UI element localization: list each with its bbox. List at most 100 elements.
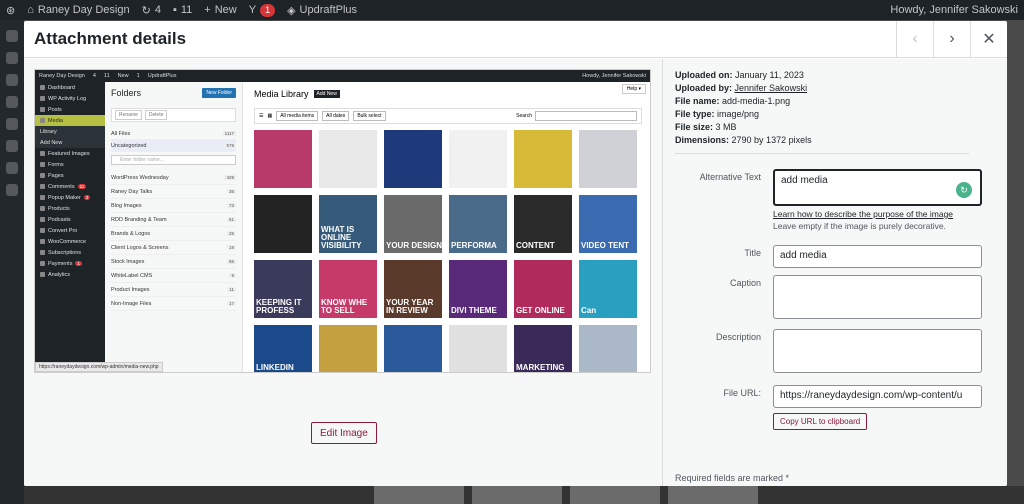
chevron-right-icon: › bbox=[949, 30, 955, 47]
description-field: Description bbox=[675, 329, 995, 373]
preview-thumbnail-text: DIVI THEME bbox=[451, 306, 497, 315]
menu-icon bbox=[40, 162, 45, 167]
preview-folders-title: Folders bbox=[111, 88, 142, 98]
preview-sidebar-label: Media bbox=[48, 117, 63, 124]
preview-folder-row: Non-Image Files 17 bbox=[111, 297, 236, 311]
preview-sidebar-label: Forms bbox=[48, 161, 64, 168]
preview-yoast: 1 bbox=[136, 73, 140, 79]
file-name-label: File name: bbox=[675, 96, 720, 106]
howdy-account[interactable]: Howdy, Jennifer Sakowski bbox=[890, 4, 1018, 16]
preview-folder-label: WhiteLabel CMS bbox=[111, 272, 153, 279]
site-name: Raney Day Design bbox=[37, 4, 130, 16]
preview-thumbnail-text: KNOW WHE TO SELL bbox=[321, 298, 368, 315]
new-label: New bbox=[214, 4, 237, 16]
description-textarea[interactable] bbox=[773, 329, 982, 373]
preview-media-thumbnail: YOUR YEAR IN REVIEW bbox=[384, 260, 442, 318]
close-button[interactable]: ✕ bbox=[970, 21, 1007, 58]
dimensions-value: 2790 by 1372 pixels bbox=[731, 135, 812, 145]
preview-sidebar-label: Add New bbox=[40, 139, 63, 146]
preview-folder-row: All Files 1117 bbox=[111, 128, 236, 140]
comments-count: 11 bbox=[180, 4, 193, 16]
preview-help: Help ▾ bbox=[621, 84, 646, 94]
new-content-link[interactable]: + New bbox=[204, 4, 236, 16]
background-thumb bbox=[570, 486, 660, 504]
preview-folder-list: WordPress Wednesday 429 Raney Day Talks 35 B… bbox=[111, 171, 236, 311]
preview-sidebar-item: WooCommerce bbox=[35, 236, 105, 247]
grammarly-icon[interactable]: ↻ bbox=[956, 182, 972, 198]
alt-text-input[interactable]: add media ↻ bbox=[773, 169, 982, 206]
uploaded-by-label: Uploaded by: bbox=[675, 83, 733, 93]
yoast-link[interactable]: Y 1 bbox=[249, 3, 276, 17]
preview-folder-count: 73 bbox=[226, 203, 236, 208]
preview-grid-icon: ▦ bbox=[267, 113, 273, 119]
file-url-label: File URL: bbox=[723, 388, 761, 398]
preview-comments: 11 bbox=[103, 73, 110, 79]
preview-folder-label: Non-Image Files bbox=[111, 300, 152, 307]
updraft-link[interactable]: ◈ UpdraftPlus bbox=[287, 4, 357, 17]
preview-media-thumbnail: GET ONLINE bbox=[514, 260, 572, 318]
preview-folder-count: 9 bbox=[229, 273, 236, 278]
preview-folder-count: 25 bbox=[226, 231, 236, 236]
preview-media-library: Help ▾ Media Library Add New ☰ ▦ All med… bbox=[244, 82, 650, 373]
menu-icon bbox=[40, 173, 45, 178]
updates-link[interactable]: ↻ 4 bbox=[142, 4, 161, 17]
preview-thumbnail-text: YOUR DESIGN bbox=[386, 241, 442, 250]
menu-icon bbox=[40, 195, 45, 200]
copy-url-button[interactable]: Copy URL to clipboard bbox=[773, 413, 868, 430]
edit-image-button[interactable]: Edit Image bbox=[311, 422, 377, 444]
preview-sidebar-item: Convert Pro bbox=[35, 225, 105, 236]
preview-media-thumbnail: Can bbox=[579, 260, 637, 318]
preview-thumbnail-text: MARKETING MESSAGE bbox=[516, 363, 565, 373]
background-sidebar bbox=[0, 20, 24, 504]
next-button[interactable]: › bbox=[933, 21, 970, 58]
caption-textarea[interactable] bbox=[773, 275, 982, 319]
preview-folder-count: 17 bbox=[226, 301, 236, 306]
alt-text-help-link[interactable]: Learn how to describe the purpose of the… bbox=[773, 209, 982, 219]
comments-link[interactable]: ▪ 11 bbox=[173, 4, 192, 16]
file-type-label: File type: bbox=[675, 109, 715, 119]
preview-media-thumbnail: DIVI THEME bbox=[449, 260, 507, 318]
preview-delete: Delete bbox=[144, 110, 168, 120]
attachment-media-view: Raney Day Design 4 11 New 1 UpdraftPlus … bbox=[24, 59, 662, 486]
preview-sidebar-item: Products bbox=[35, 203, 105, 214]
preview-search-input bbox=[535, 111, 637, 121]
preview-folder-row: Uncategorized 579 bbox=[111, 140, 236, 152]
preview-media-thumbnail bbox=[384, 130, 442, 188]
preview-type-filter: All media items bbox=[276, 111, 319, 121]
attachment-details-modal: Attachment details ‹ › ✕ Raney Day Desig… bbox=[24, 21, 1007, 486]
preview-folder-count: 11 bbox=[227, 287, 236, 292]
preview-sidebar-item: WP Activity Log bbox=[35, 93, 105, 104]
preview-folder-label: RDD Branding & Team bbox=[111, 216, 167, 223]
uploaded-on-label: Uploaded on: bbox=[675, 70, 733, 80]
preview-sidebar-item: Payments 1 bbox=[35, 258, 105, 269]
menu-icon bbox=[40, 239, 45, 244]
updraft-label: UpdraftPlus bbox=[299, 4, 358, 16]
preview-sidebar-label: Comments bbox=[48, 183, 75, 190]
preview-sidebar-item: Comments 11 bbox=[35, 181, 105, 192]
close-icon: ✕ bbox=[982, 31, 996, 48]
preview-media-thumbnail: Hootsuite bbox=[319, 325, 377, 372]
wp-logo-icon[interactable]: ⊛ bbox=[6, 4, 15, 17]
previous-button[interactable]: ‹ bbox=[896, 21, 933, 58]
preview-sidebar-label: Convert Pro bbox=[48, 227, 78, 234]
preview-folder-input: Enter folder name... bbox=[111, 155, 236, 165]
menu-icon bbox=[6, 30, 18, 42]
preview-new-folder: New Folder bbox=[202, 88, 236, 98]
menu-icon bbox=[6, 162, 18, 174]
menu-icon bbox=[40, 151, 45, 156]
preview-sidebar-count: 1 bbox=[75, 261, 82, 266]
attachment-preview-image: Raney Day Design 4 11 New 1 UpdraftPlus … bbox=[34, 69, 651, 373]
alt-text-value: add media bbox=[781, 175, 828, 186]
divider bbox=[675, 153, 969, 154]
file-url-input[interactable]: https://raneydaydesign.com/wp-content/u bbox=[773, 385, 982, 408]
uploaded-by-link[interactable]: Jennifer Sakowski bbox=[735, 83, 808, 93]
uploaded-by: Uploaded by: Jennifer Sakowski bbox=[675, 82, 995, 95]
preview-folder-row: Blog Images 73 bbox=[111, 199, 236, 213]
preview-folder-row: WhiteLabel CMS 9 bbox=[111, 269, 236, 283]
site-name-link[interactable]: ⌂ Raney Day Design bbox=[27, 4, 129, 16]
preview-rename: Rename bbox=[115, 110, 142, 120]
menu-icon bbox=[40, 206, 45, 211]
title-input[interactable]: add media bbox=[773, 245, 982, 268]
preview-filter-bar: ☰ ▦ All media items All dates Bulk selec… bbox=[254, 108, 642, 124]
preview-thumbnail-text: KEEPING IT PROFESS bbox=[256, 298, 302, 315]
